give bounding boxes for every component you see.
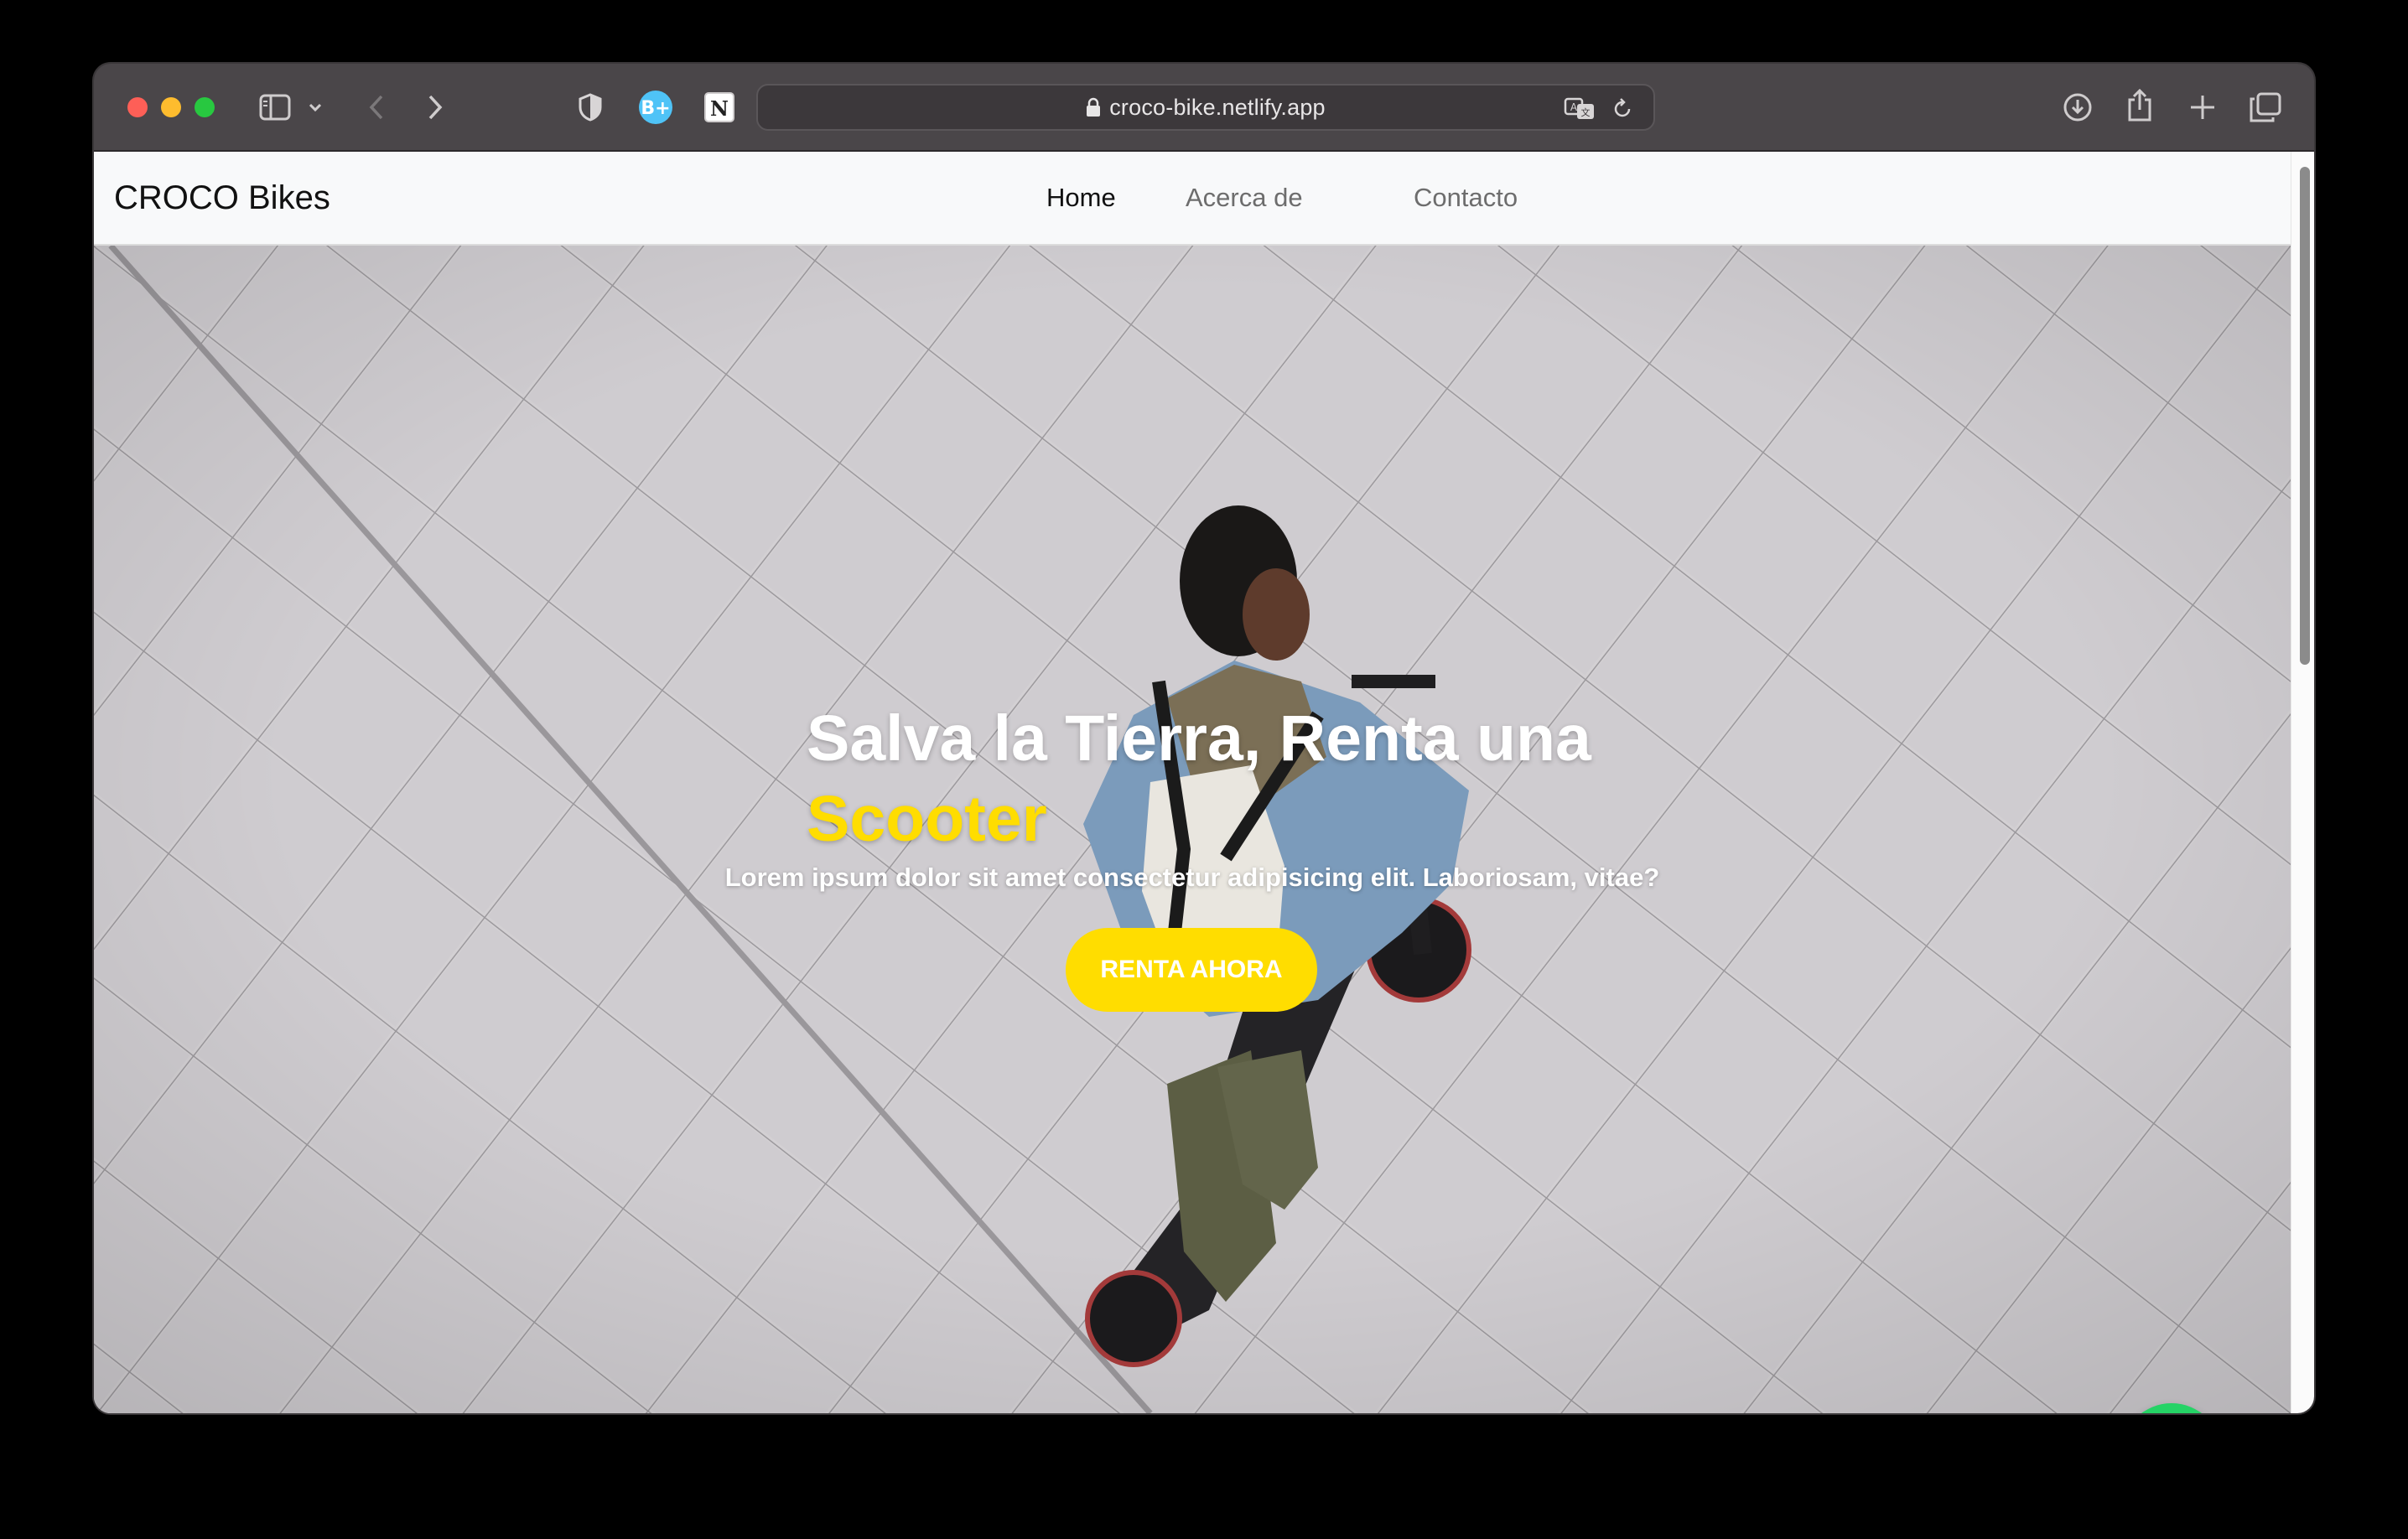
share-icon[interactable] [2125,87,2155,124]
url-display[interactable]: croco-bike.netlify.app [758,86,1653,129]
close-window-button[interactable] [127,97,148,117]
hero-title: Salva la Tierra, Renta una Scooter [807,698,1729,859]
back-icon[interactable] [364,91,389,124]
site-brand[interactable]: CROCO Bikes [114,152,330,244]
browser-toolbar: B+ N croco-bike.netlify.app A文 [94,64,2314,152]
forward-icon[interactable] [423,91,448,124]
svg-text:文: 文 [1581,106,1591,118]
svg-text:N: N [710,96,729,121]
rent-now-button[interactable]: RENTA AHORA [1066,928,1317,1012]
notion-icon[interactable]: N [701,89,738,126]
lock-icon [1087,97,1101,117]
sidebar-icon[interactable] [258,92,292,122]
scrollbar-thumb[interactable] [2300,167,2310,665]
svg-text:B+: B+ [641,98,670,119]
minimize-window-button[interactable] [161,97,181,117]
extension-icon[interactable]: B+ [637,89,674,126]
translate-icon[interactable]: A文 [1563,94,1596,124]
svg-text:A: A [1570,101,1578,113]
chevron-down-icon[interactable] [307,97,324,117]
page-scrollbar[interactable] [2291,152,2314,1413]
reload-icon[interactable] [1608,96,1637,122]
hero-title-main: Salva la Tierra, Renta una [807,702,1591,775]
web-page: CROCO Bikes Home Acerca de Contacto Salv… [94,152,2291,1413]
hero-subtitle: Lorem ipsum dolor sit amet consectetur a… [724,863,1660,892]
tab-overview-icon[interactable] [2249,91,2282,124]
url-text: croco-bike.netlify.app [1109,94,1326,120]
hero-title-accent: Scooter [807,783,1047,855]
nav-link-acerca-de[interactable]: Acerca de [1186,152,1303,244]
nav-link-home[interactable]: Home [1046,152,1116,244]
new-tab-icon[interactable] [2187,91,2219,124]
zoom-window-button[interactable] [195,97,215,117]
address-bar[interactable]: croco-bike.netlify.app A文 [756,84,1655,131]
nav-link-contacto[interactable]: Contacto [1414,152,1518,244]
shield-icon[interactable] [575,91,605,124]
browser-window: B+ N croco-bike.netlify.app A文 CROCO Bik… [94,64,2314,1413]
hero-section: Salva la Tierra, Renta una Scooter Lorem… [94,246,2291,1413]
download-icon[interactable] [2061,91,2094,124]
site-navbar: CROCO Bikes Home Acerca de Contacto [94,152,2291,246]
